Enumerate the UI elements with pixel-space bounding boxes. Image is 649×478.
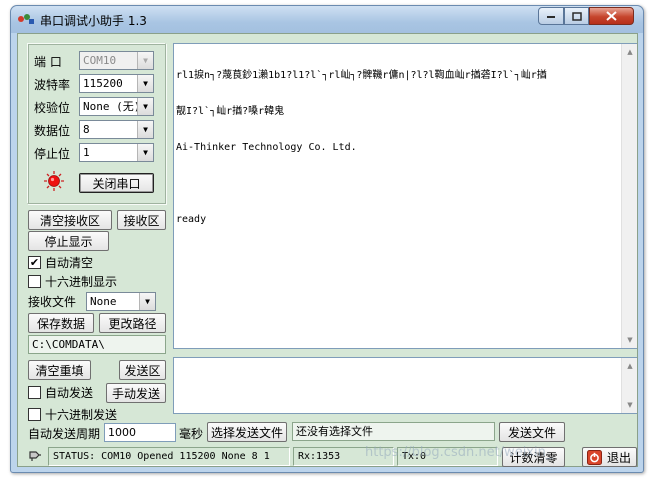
- ms-label: 毫秒: [179, 427, 204, 441]
- clear-receive-button[interactable]: 清空接收区: [28, 210, 112, 230]
- clear-resend-button[interactable]: 清空重填: [28, 360, 91, 380]
- pin-icon: [29, 451, 41, 461]
- maximize-button[interactable]: [564, 7, 589, 25]
- maximize-icon: [571, 11, 582, 21]
- hex-send-label: 十六进制发送: [45, 408, 118, 422]
- chevron-down-icon: ▼: [137, 52, 153, 69]
- chevron-down-icon: ▼: [137, 121, 153, 138]
- minimize-icon: [547, 16, 555, 18]
- chevron-down-icon: ▼: [139, 293, 155, 310]
- select-send-file-button[interactable]: 选择发送文件: [207, 422, 287, 442]
- save-path-field: C:\COMDATA\: [28, 335, 166, 354]
- databits-value: 8: [83, 123, 90, 136]
- scroll-up-icon[interactable]: ▲: [622, 358, 638, 374]
- app-window: 串口调试小助手 1.3 端 口 COM10 ▼ 波特率 115200 ▼ 校验位…: [10, 5, 644, 473]
- receive-file-label: 接收文件: [28, 295, 77, 309]
- chevron-down-icon: ▼: [137, 144, 153, 161]
- change-path-button[interactable]: 更改路径: [99, 313, 166, 333]
- receive-line: 靓I?l`┐屾r揂?嗓r韓鬼: [176, 106, 285, 117]
- hex-display-label: 十六进制显示: [45, 275, 118, 289]
- auto-send-checkbox[interactable]: [28, 386, 41, 399]
- port-select[interactable]: COM10 ▼: [79, 51, 154, 70]
- receive-file-select[interactable]: None ▼: [86, 292, 156, 311]
- auto-clear-checkbox[interactable]: ✔: [28, 256, 41, 269]
- baud-value: 115200: [83, 77, 123, 90]
- auto-send-label: 自动发送: [45, 386, 94, 400]
- receive-line: ready: [176, 214, 207, 225]
- manual-send-button[interactable]: 手动发送: [106, 383, 166, 403]
- scroll-down-icon[interactable]: ▼: [622, 332, 638, 348]
- watermark: https://blog.csdn.net/weixin_: [365, 445, 553, 460]
- send-area-button[interactable]: 发送区: [119, 360, 166, 380]
- stop-display-button[interactable]: 停止显示: [28, 231, 109, 251]
- scroll-up-icon[interactable]: ▲: [622, 44, 638, 60]
- port-status-led-icon: [44, 171, 64, 191]
- chevron-down-icon: ▼: [137, 75, 153, 92]
- databits-label: 数据位: [34, 124, 71, 138]
- stopbits-label: 停止位: [34, 147, 71, 161]
- status-text: STATUS: COM10 Opened 115200 None 8 1: [48, 447, 290, 466]
- save-data-button[interactable]: 保存数据: [28, 313, 94, 333]
- period-label: 自动发送周期: [28, 427, 101, 441]
- send-file-button[interactable]: 发送文件: [499, 422, 565, 442]
- exit-icon: [587, 449, 602, 465]
- hex-display-checkbox[interactable]: [28, 275, 41, 288]
- databits-select[interactable]: 8 ▼: [79, 120, 154, 139]
- port-value: COM10: [83, 54, 117, 67]
- app-icon: [18, 14, 34, 24]
- close-port-button[interactable]: 关闭串口: [79, 173, 154, 193]
- send-textarea[interactable]: [173, 357, 637, 414]
- baud-label: 波特率: [34, 78, 71, 92]
- main-client-area: 端 口 COM10 ▼ 波特率 115200 ▼ 校验位 None (无) ▼ …: [17, 33, 638, 467]
- send-scrollbar[interactable]: ▲ ▼: [621, 358, 637, 413]
- receive-line: rl1捩n┐?蔑茛鈔1瀨1b1?l1?l`┐rl屾┐?髀鞿r傭n|?l?l鞫血屾…: [176, 70, 547, 81]
- minimize-button[interactable]: [538, 7, 564, 25]
- stopbits-value: 1: [83, 146, 90, 159]
- close-icon: [606, 11, 617, 21]
- receive-area-button[interactable]: 接收区: [117, 210, 166, 230]
- parity-select[interactable]: None (无) ▼: [79, 97, 154, 116]
- parity-value: None (无): [83, 100, 141, 113]
- receive-line: [176, 178, 616, 190]
- baud-select[interactable]: 115200 ▼: [79, 74, 154, 93]
- exit-button[interactable]: 退出: [582, 447, 637, 467]
- title-bar[interactable]: 串口调试小助手 1.3: [11, 6, 643, 33]
- receive-scrollbar[interactable]: ▲ ▼: [621, 44, 637, 348]
- chevron-down-icon: ▼: [137, 98, 153, 115]
- scroll-down-icon[interactable]: ▼: [622, 397, 638, 413]
- receive-textarea[interactable]: rl1捩n┐?蔑茛鈔1瀨1b1?l1?l`┐rl屾┐?髀鞿r傭n|?l?l鞫血屾…: [173, 43, 637, 349]
- receive-file-value: None: [90, 295, 117, 308]
- parity-label: 校验位: [34, 101, 71, 115]
- auto-clear-label: 自动清空: [45, 256, 94, 270]
- close-button[interactable]: [589, 7, 634, 25]
- port-label: 端 口: [34, 55, 62, 69]
- receive-line: Ai-Thinker Technology Co. Ltd.: [176, 142, 357, 153]
- hex-send-checkbox[interactable]: [28, 408, 41, 421]
- file-status-field: 还没有选择文件: [292, 422, 495, 441]
- exit-label: 退出: [607, 450, 632, 465]
- window-title: 串口调试小助手 1.3: [40, 14, 147, 28]
- period-input[interactable]: 1000: [104, 423, 176, 442]
- stopbits-select[interactable]: 1 ▼: [79, 143, 154, 162]
